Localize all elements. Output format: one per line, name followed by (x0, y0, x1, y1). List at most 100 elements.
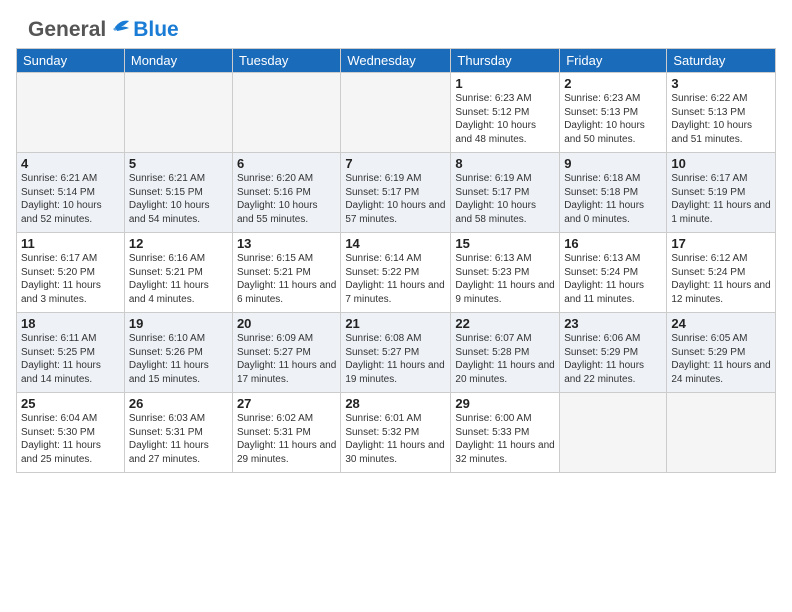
day-number: 26 (129, 396, 228, 411)
calendar-cell: 20Sunrise: 6:09 AMSunset: 5:27 PMDayligh… (232, 313, 340, 393)
calendar-cell: 4Sunrise: 6:21 AMSunset: 5:14 PMDaylight… (17, 153, 125, 233)
calendar-cell: 15Sunrise: 6:13 AMSunset: 5:23 PMDayligh… (451, 233, 560, 313)
calendar-cell: 24Sunrise: 6:05 AMSunset: 5:29 PMDayligh… (667, 313, 776, 393)
calendar-cell (124, 73, 232, 153)
calendar-cell: 21Sunrise: 6:08 AMSunset: 5:27 PMDayligh… (341, 313, 451, 393)
day-info: Sunrise: 6:14 AMSunset: 5:22 PMDaylight:… (345, 252, 446, 306)
calendar-cell (667, 393, 776, 473)
day-number: 21 (345, 316, 446, 331)
day-number: 20 (237, 316, 336, 331)
day-info: Sunrise: 6:09 AMSunset: 5:27 PMDaylight:… (237, 332, 336, 386)
day-info: Sunrise: 6:19 AMSunset: 5:17 PMDaylight:… (455, 172, 555, 226)
calendar-cell: 26Sunrise: 6:03 AMSunset: 5:31 PMDayligh… (124, 393, 232, 473)
day-number: 28 (345, 396, 446, 411)
logo-blue-text: Blue (133, 18, 179, 42)
calendar-cell: 25Sunrise: 6:04 AMSunset: 5:30 PMDayligh… (17, 393, 125, 473)
calendar-cell: 2Sunrise: 6:23 AMSunset: 5:13 PMDaylight… (560, 73, 667, 153)
day-number: 18 (21, 316, 120, 331)
day-info: Sunrise: 6:02 AMSunset: 5:31 PMDaylight:… (237, 412, 336, 466)
weekday-header-wednesday: Wednesday (341, 49, 451, 73)
calendar-cell: 6Sunrise: 6:20 AMSunset: 5:16 PMDaylight… (232, 153, 340, 233)
day-number: 5 (129, 156, 228, 171)
calendar-cell: 3Sunrise: 6:22 AMSunset: 5:13 PMDaylight… (667, 73, 776, 153)
calendar-cell: 23Sunrise: 6:06 AMSunset: 5:29 PMDayligh… (560, 313, 667, 393)
day-info: Sunrise: 6:21 AMSunset: 5:14 PMDaylight:… (21, 172, 120, 226)
day-number: 27 (237, 396, 336, 411)
day-info: Sunrise: 6:11 AMSunset: 5:25 PMDaylight:… (21, 332, 120, 386)
calendar-cell: 18Sunrise: 6:11 AMSunset: 5:25 PMDayligh… (17, 313, 125, 393)
day-number: 22 (455, 316, 555, 331)
day-info: Sunrise: 6:13 AMSunset: 5:23 PMDaylight:… (455, 252, 555, 306)
day-info: Sunrise: 6:16 AMSunset: 5:21 PMDaylight:… (129, 252, 228, 306)
day-number: 16 (564, 236, 662, 251)
weekday-header-monday: Monday (124, 49, 232, 73)
calendar-cell: 27Sunrise: 6:02 AMSunset: 5:31 PMDayligh… (232, 393, 340, 473)
calendar-cell: 28Sunrise: 6:01 AMSunset: 5:32 PMDayligh… (341, 393, 451, 473)
day-number: 4 (21, 156, 120, 171)
calendar-cell: 7Sunrise: 6:19 AMSunset: 5:17 PMDaylight… (341, 153, 451, 233)
calendar-table: SundayMondayTuesdayWednesdayThursdayFrid… (16, 48, 776, 473)
calendar-cell: 12Sunrise: 6:16 AMSunset: 5:21 PMDayligh… (124, 233, 232, 313)
calendar-cell (232, 73, 340, 153)
day-number: 12 (129, 236, 228, 251)
day-info: Sunrise: 6:17 AMSunset: 5:20 PMDaylight:… (21, 252, 120, 306)
day-number: 10 (671, 156, 771, 171)
calendar-cell (17, 73, 125, 153)
day-number: 8 (455, 156, 555, 171)
day-info: Sunrise: 6:06 AMSunset: 5:29 PMDaylight:… (564, 332, 662, 386)
day-info: Sunrise: 6:22 AMSunset: 5:13 PMDaylight:… (671, 92, 771, 146)
day-number: 1 (455, 76, 555, 91)
day-number: 3 (671, 76, 771, 91)
day-info: Sunrise: 6:20 AMSunset: 5:16 PMDaylight:… (237, 172, 336, 226)
day-info: Sunrise: 6:04 AMSunset: 5:30 PMDaylight:… (21, 412, 120, 466)
calendar-cell: 29Sunrise: 6:00 AMSunset: 5:33 PMDayligh… (451, 393, 560, 473)
weekday-header-saturday: Saturday (667, 49, 776, 73)
day-info: Sunrise: 6:07 AMSunset: 5:28 PMDaylight:… (455, 332, 555, 386)
day-number: 7 (345, 156, 446, 171)
logo: General Blue (28, 18, 179, 42)
day-number: 24 (671, 316, 771, 331)
day-info: Sunrise: 6:18 AMSunset: 5:18 PMDaylight:… (564, 172, 662, 226)
day-number: 19 (129, 316, 228, 331)
day-number: 14 (345, 236, 446, 251)
day-info: Sunrise: 6:21 AMSunset: 5:15 PMDaylight:… (129, 172, 228, 226)
day-info: Sunrise: 6:15 AMSunset: 5:21 PMDaylight:… (237, 252, 336, 306)
day-number: 15 (455, 236, 555, 251)
day-info: Sunrise: 6:00 AMSunset: 5:33 PMDaylight:… (455, 412, 555, 466)
day-number: 25 (21, 396, 120, 411)
day-number: 6 (237, 156, 336, 171)
day-number: 13 (237, 236, 336, 251)
day-number: 2 (564, 76, 662, 91)
calendar-cell: 16Sunrise: 6:13 AMSunset: 5:24 PMDayligh… (560, 233, 667, 313)
day-info: Sunrise: 6:23 AMSunset: 5:12 PMDaylight:… (455, 92, 555, 146)
calendar-cell: 22Sunrise: 6:07 AMSunset: 5:28 PMDayligh… (451, 313, 560, 393)
weekday-header-thursday: Thursday (451, 49, 560, 73)
calendar-cell: 17Sunrise: 6:12 AMSunset: 5:24 PMDayligh… (667, 233, 776, 313)
day-info: Sunrise: 6:23 AMSunset: 5:13 PMDaylight:… (564, 92, 662, 146)
day-number: 17 (671, 236, 771, 251)
day-info: Sunrise: 6:08 AMSunset: 5:27 PMDaylight:… (345, 332, 446, 386)
calendar-cell (560, 393, 667, 473)
calendar-cell: 14Sunrise: 6:14 AMSunset: 5:22 PMDayligh… (341, 233, 451, 313)
day-number: 11 (21, 236, 120, 251)
calendar-cell: 5Sunrise: 6:21 AMSunset: 5:15 PMDaylight… (124, 153, 232, 233)
calendar-cell: 10Sunrise: 6:17 AMSunset: 5:19 PMDayligh… (667, 153, 776, 233)
logo-bird-icon (107, 17, 133, 39)
calendar-cell: 9Sunrise: 6:18 AMSunset: 5:18 PMDaylight… (560, 153, 667, 233)
weekday-header-tuesday: Tuesday (232, 49, 340, 73)
day-info: Sunrise: 6:17 AMSunset: 5:19 PMDaylight:… (671, 172, 771, 226)
day-info: Sunrise: 6:05 AMSunset: 5:29 PMDaylight:… (671, 332, 771, 386)
day-info: Sunrise: 6:10 AMSunset: 5:26 PMDaylight:… (129, 332, 228, 386)
day-number: 29 (455, 396, 555, 411)
day-info: Sunrise: 6:03 AMSunset: 5:31 PMDaylight:… (129, 412, 228, 466)
calendar-cell: 11Sunrise: 6:17 AMSunset: 5:20 PMDayligh… (17, 233, 125, 313)
day-info: Sunrise: 6:01 AMSunset: 5:32 PMDaylight:… (345, 412, 446, 466)
calendar-cell: 19Sunrise: 6:10 AMSunset: 5:26 PMDayligh… (124, 313, 232, 393)
logo-general-text: General (28, 18, 106, 42)
weekday-header-friday: Friday (560, 49, 667, 73)
day-info: Sunrise: 6:19 AMSunset: 5:17 PMDaylight:… (345, 172, 446, 226)
calendar-cell: 1Sunrise: 6:23 AMSunset: 5:12 PMDaylight… (451, 73, 560, 153)
day-info: Sunrise: 6:13 AMSunset: 5:24 PMDaylight:… (564, 252, 662, 306)
calendar-cell: 13Sunrise: 6:15 AMSunset: 5:21 PMDayligh… (232, 233, 340, 313)
calendar-cell: 8Sunrise: 6:19 AMSunset: 5:17 PMDaylight… (451, 153, 560, 233)
